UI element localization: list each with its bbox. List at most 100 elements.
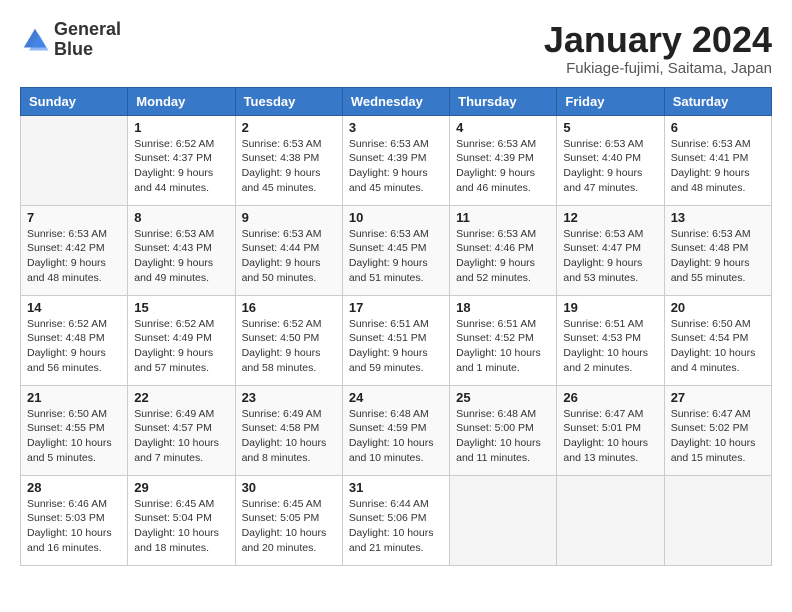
day-info: Sunrise: 6:53 AM Sunset: 4:45 PM Dayligh… (349, 227, 443, 286)
day-info: Sunrise: 6:50 AM Sunset: 4:55 PM Dayligh… (27, 407, 121, 466)
day-number: 12 (563, 210, 657, 225)
day-info: Sunrise: 6:46 AM Sunset: 5:03 PM Dayligh… (27, 497, 121, 556)
day-cell: 1Sunrise: 6:52 AM Sunset: 4:37 PM Daylig… (128, 115, 235, 205)
day-info: Sunrise: 6:52 AM Sunset: 4:49 PM Dayligh… (134, 317, 228, 376)
day-number: 28 (27, 480, 121, 495)
day-number: 21 (27, 390, 121, 405)
day-number: 17 (349, 300, 443, 315)
day-number: 4 (456, 120, 550, 135)
day-info: Sunrise: 6:47 AM Sunset: 5:01 PM Dayligh… (563, 407, 657, 466)
day-number: 16 (242, 300, 336, 315)
day-cell (450, 475, 557, 565)
day-number: 31 (349, 480, 443, 495)
day-number: 23 (242, 390, 336, 405)
header-cell-saturday: Saturday (664, 87, 771, 115)
day-number: 30 (242, 480, 336, 495)
day-cell: 22 Sunrise: 6:49 AM Sunset: 4:57 PM Dayli… (128, 385, 235, 475)
day-cell: 23 Sunrise: 6:49 AM Sunset: 4:58 PM Dayli… (235, 385, 342, 475)
day-number: 3 (349, 120, 443, 135)
day-cell: 6 Sunrise: 6:53 AM Sunset: 4:41 PM Daylig… (664, 115, 771, 205)
day-number: 15 (134, 300, 228, 315)
day-cell: 31 Sunrise: 6:44 AM Sunset: 5:06 PM Dayli… (342, 475, 449, 565)
day-cell: 20 Sunrise: 6:50 AM Sunset: 4:54 PM Dayli… (664, 295, 771, 385)
day-info: Sunrise: 6:53 AM Sunset: 4:38 PM Dayligh… (242, 137, 336, 196)
day-info: Sunrise: 6:53 AM Sunset: 4:43 PM Dayligh… (134, 227, 228, 286)
day-number: 10 (349, 210, 443, 225)
day-cell: 13 Sunrise: 6:53 AM Sunset: 4:48 PM Dayli… (664, 205, 771, 295)
day-info: Sunrise: 6:44 AM Sunset: 5:06 PM Dayligh… (349, 497, 443, 556)
day-cell: 28 Sunrise: 6:46 AM Sunset: 5:03 PM Dayli… (21, 475, 128, 565)
day-number: 6 (671, 120, 765, 135)
location-subtitle: Fukiage-fujimi, Saitama, Japan (544, 60, 772, 77)
header-row: SundayMondayTuesdayWednesdayThursdayFrid… (21, 87, 772, 115)
day-cell: 5Sunrise: 6:53 AM Sunset: 4:40 PM Daylig… (557, 115, 664, 205)
header-cell-monday: Monday (128, 87, 235, 115)
day-info: Sunrise: 6:49 AM Sunset: 4:57 PM Dayligh… (134, 407, 228, 466)
header-cell-friday: Friday (557, 87, 664, 115)
day-info: Sunrise: 6:53 AM Sunset: 4:41 PM Dayligh… (671, 137, 765, 196)
day-info: Sunrise: 6:53 AM Sunset: 4:39 PM Dayligh… (456, 137, 550, 196)
day-number: 20 (671, 300, 765, 315)
day-cell: 16Sunrise: 6:52 AM Sunset: 4:50 PM Dayli… (235, 295, 342, 385)
day-cell: 8Sunrise: 6:53 AM Sunset: 4:43 PM Daylig… (128, 205, 235, 295)
day-info: Sunrise: 6:53 AM Sunset: 4:44 PM Dayligh… (242, 227, 336, 286)
week-row-3: 14 Sunrise: 6:52 AM Sunset: 4:48 PM Dayli… (21, 295, 772, 385)
header: General Blue January 2024 Fukiage-fujimi… (20, 20, 772, 77)
day-info: Sunrise: 6:53 AM Sunset: 4:42 PM Dayligh… (27, 227, 121, 286)
day-info: Sunrise: 6:51 AM Sunset: 4:52 PM Dayligh… (456, 317, 550, 376)
calendar-header: SundayMondayTuesdayWednesdayThursdayFrid… (21, 87, 772, 115)
day-info: Sunrise: 6:53 AM Sunset: 4:40 PM Dayligh… (563, 137, 657, 196)
day-cell: 4 Sunrise: 6:53 AM Sunset: 4:39 PM Daylig… (450, 115, 557, 205)
day-info: Sunrise: 6:49 AM Sunset: 4:58 PM Dayligh… (242, 407, 336, 466)
day-info: Sunrise: 6:53 AM Sunset: 4:46 PM Dayligh… (456, 227, 550, 286)
day-cell: 25 Sunrise: 6:48 AM Sunset: 5:00 PM Dayli… (450, 385, 557, 475)
day-number: 26 (563, 390, 657, 405)
day-number: 29 (134, 480, 228, 495)
calendar-table: SundayMondayTuesdayWednesdayThursdayFrid… (20, 87, 772, 566)
day-cell: 27Sunrise: 6:47 AM Sunset: 5:02 PM Dayli… (664, 385, 771, 475)
day-cell: 21 Sunrise: 6:50 AM Sunset: 4:55 PM Dayli… (21, 385, 128, 475)
week-row-1: 1Sunrise: 6:52 AM Sunset: 4:37 PM Daylig… (21, 115, 772, 205)
day-info: Sunrise: 6:48 AM Sunset: 5:00 PM Dayligh… (456, 407, 550, 466)
day-number: 2 (242, 120, 336, 135)
day-number: 25 (456, 390, 550, 405)
day-number: 24 (349, 390, 443, 405)
day-cell: 9 Sunrise: 6:53 AM Sunset: 4:44 PM Daylig… (235, 205, 342, 295)
day-info: Sunrise: 6:45 AM Sunset: 5:05 PM Dayligh… (242, 497, 336, 556)
day-cell: 3Sunrise: 6:53 AM Sunset: 4:39 PM Daylig… (342, 115, 449, 205)
calendar-body: 1Sunrise: 6:52 AM Sunset: 4:37 PM Daylig… (21, 115, 772, 565)
day-cell (664, 475, 771, 565)
day-cell (557, 475, 664, 565)
day-number: 22 (134, 390, 228, 405)
day-info: Sunrise: 6:45 AM Sunset: 5:04 PM Dayligh… (134, 497, 228, 556)
day-cell: 19Sunrise: 6:51 AM Sunset: 4:53 PM Dayli… (557, 295, 664, 385)
day-info: Sunrise: 6:53 AM Sunset: 4:48 PM Dayligh… (671, 227, 765, 286)
day-cell: 30 Sunrise: 6:45 AM Sunset: 5:05 PM Dayli… (235, 475, 342, 565)
week-row-5: 28 Sunrise: 6:46 AM Sunset: 5:03 PM Dayli… (21, 475, 772, 565)
day-info: Sunrise: 6:48 AM Sunset: 4:59 PM Dayligh… (349, 407, 443, 466)
day-info: Sunrise: 6:50 AM Sunset: 4:54 PM Dayligh… (671, 317, 765, 376)
day-cell (21, 115, 128, 205)
week-row-4: 21 Sunrise: 6:50 AM Sunset: 4:55 PM Dayli… (21, 385, 772, 475)
day-number: 9 (242, 210, 336, 225)
day-cell: 10 Sunrise: 6:53 AM Sunset: 4:45 PM Dayli… (342, 205, 449, 295)
day-cell: 29 Sunrise: 6:45 AM Sunset: 5:04 PM Dayli… (128, 475, 235, 565)
day-number: 7 (27, 210, 121, 225)
logo: General Blue (20, 20, 121, 60)
day-number: 11 (456, 210, 550, 225)
day-cell: 7 Sunrise: 6:53 AM Sunset: 4:42 PM Daylig… (21, 205, 128, 295)
day-number: 18 (456, 300, 550, 315)
day-info: Sunrise: 6:52 AM Sunset: 4:48 PM Dayligh… (27, 317, 121, 376)
day-number: 14 (27, 300, 121, 315)
day-cell: 2 Sunrise: 6:53 AM Sunset: 4:38 PM Daylig… (235, 115, 342, 205)
day-cell: 17Sunrise: 6:51 AM Sunset: 4:51 PM Dayli… (342, 295, 449, 385)
title-block: January 2024 Fukiage-fujimi, Saitama, Ja… (544, 20, 772, 77)
logo-icon (20, 25, 50, 55)
day-number: 19 (563, 300, 657, 315)
day-number: 13 (671, 210, 765, 225)
day-info: Sunrise: 6:53 AM Sunset: 4:47 PM Dayligh… (563, 227, 657, 286)
day-cell: 14 Sunrise: 6:52 AM Sunset: 4:48 PM Dayli… (21, 295, 128, 385)
day-number: 1 (134, 120, 228, 135)
day-cell: 26 Sunrise: 6:47 AM Sunset: 5:01 PM Dayli… (557, 385, 664, 475)
day-cell: 12 Sunrise: 6:53 AM Sunset: 4:47 PM Dayli… (557, 205, 664, 295)
